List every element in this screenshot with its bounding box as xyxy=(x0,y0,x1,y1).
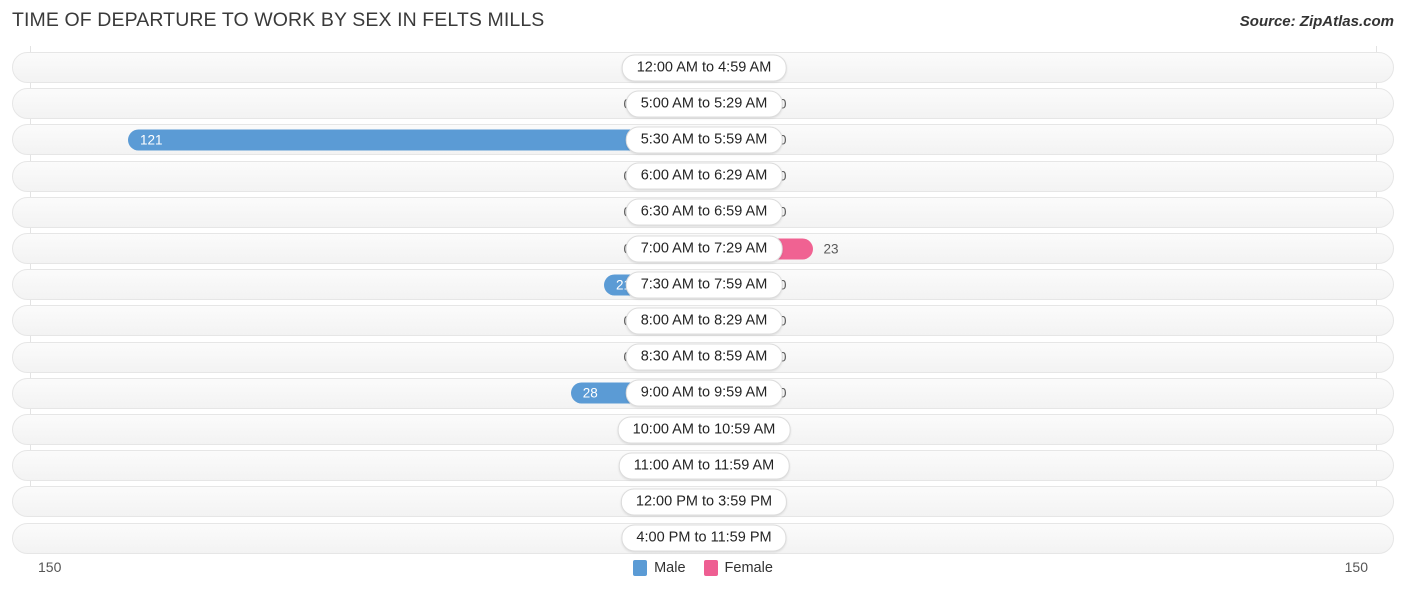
bar-row-inner: 0011:00 AM to 11:59 AM xyxy=(13,451,1393,480)
category-label[interactable]: 8:30 AM to 8:59 AM xyxy=(625,343,783,371)
bar-row-inner: 004:00 PM to 11:59 PM xyxy=(13,524,1393,553)
category-label[interactable]: 7:30 AM to 7:59 AM xyxy=(625,271,783,299)
table-row[interactable]: 005:00 AM to 5:29 AM xyxy=(12,88,1394,120)
bar-value-male: 121 xyxy=(140,132,163,148)
bar-row-inner: 0012:00 PM to 3:59 PM xyxy=(13,487,1393,516)
legend-item-male[interactable]: Male xyxy=(633,560,686,576)
table-row[interactable]: 006:30 AM to 6:59 AM xyxy=(12,196,1394,228)
bar-row-inner: 0012:00 AM to 4:59 AM xyxy=(13,53,1393,82)
category-label[interactable]: 6:00 AM to 6:29 AM xyxy=(625,162,783,190)
bar-value-female: 23 xyxy=(823,241,839,256)
table-row[interactable]: 008:30 AM to 8:59 AM xyxy=(12,341,1394,373)
bar-row-inner: 0237:00 AM to 7:29 AM xyxy=(13,234,1393,263)
category-label[interactable]: 5:30 AM to 5:59 AM xyxy=(625,126,783,154)
legend-item-female[interactable]: Female xyxy=(703,560,773,576)
category-label[interactable]: 8:00 AM to 8:29 AM xyxy=(625,307,783,335)
category-label[interactable]: 9:00 AM to 9:59 AM xyxy=(625,379,783,407)
chart-legend: Male Female xyxy=(0,560,1406,576)
bar-row-inner: 006:30 AM to 6:59 AM xyxy=(13,198,1393,227)
category-label[interactable]: 4:00 PM to 11:59 PM xyxy=(621,524,787,552)
table-row[interactable]: 21 0 7:30 AM to 7:59 AM xyxy=(12,269,1394,301)
page-title: TIME OF DEPARTURE TO WORK BY SEX IN FELT… xyxy=(12,9,545,31)
bar-row-inner: 008:00 AM to 8:29 AM xyxy=(13,306,1393,335)
bar-row-inner: 28 0 9:00 AM to 9:59 AM xyxy=(13,379,1393,408)
bar-row-inner: 0010:00 AM to 10:59 AM xyxy=(13,415,1393,444)
legend-label: Female xyxy=(724,560,773,576)
category-label[interactable]: 7:00 AM to 7:29 AM xyxy=(625,235,783,262)
table-row[interactable]: 004:00 PM to 11:59 PM xyxy=(12,522,1394,554)
table-row[interactable]: 28 0 9:00 AM to 9:59 AM xyxy=(12,377,1394,409)
category-label[interactable]: 5:00 AM to 5:29 AM xyxy=(625,90,783,118)
table-row[interactable]: 0010:00 AM to 10:59 AM xyxy=(12,414,1394,445)
table-row[interactable]: 0012:00 AM to 4:59 AM xyxy=(12,52,1394,83)
bar-male[interactable] xyxy=(128,129,704,151)
category-label[interactable]: 12:00 PM to 3:59 PM xyxy=(620,488,788,516)
legend-swatch-icon xyxy=(703,560,718,576)
table-row[interactable]: 0237:00 AM to 7:29 AM xyxy=(12,233,1394,264)
bar-row-inner: 121 0 5:30 AM to 5:59 AM xyxy=(13,125,1393,154)
table-row[interactable]: 006:00 AM to 6:29 AM xyxy=(12,160,1394,192)
category-label[interactable]: 11:00 AM to 11:59 AM xyxy=(618,452,790,480)
chart-header: TIME OF DEPARTURE TO WORK BY SEX IN FELT… xyxy=(0,0,1406,46)
table-row[interactable]: 121 0 5:30 AM to 5:59 AM xyxy=(12,124,1394,156)
bar-row-inner: 005:00 AM to 5:29 AM xyxy=(13,89,1393,118)
chart-footer: 150 150 Male Female xyxy=(0,554,1406,595)
source-label: Source: ZipAtlas.com xyxy=(1239,13,1394,30)
bar-value-male: 28 xyxy=(582,385,598,401)
legend-label: Male xyxy=(654,560,686,576)
category-label[interactable]: 10:00 AM to 10:59 AM xyxy=(617,416,791,443)
bar-row-inner: 21 0 7:30 AM to 7:59 AM xyxy=(13,270,1393,299)
chart-plot-area: 0012:00 AM to 4:59 AM 005:00 AM to 5:29 A… xyxy=(0,46,1406,554)
category-label[interactable]: 12:00 AM to 4:59 AM xyxy=(621,54,787,81)
table-row[interactable]: 008:00 AM to 8:29 AM xyxy=(12,305,1394,337)
category-label[interactable]: 6:30 AM to 6:59 AM xyxy=(625,198,783,226)
bar-row-inner: 006:00 AM to 6:29 AM xyxy=(13,162,1393,191)
legend-swatch-icon xyxy=(633,560,648,576)
bar-row-inner: 008:30 AM to 8:59 AM xyxy=(13,343,1393,372)
table-row[interactable]: 0012:00 PM to 3:59 PM xyxy=(12,486,1394,518)
table-row[interactable]: 0011:00 AM to 11:59 AM xyxy=(12,450,1394,482)
